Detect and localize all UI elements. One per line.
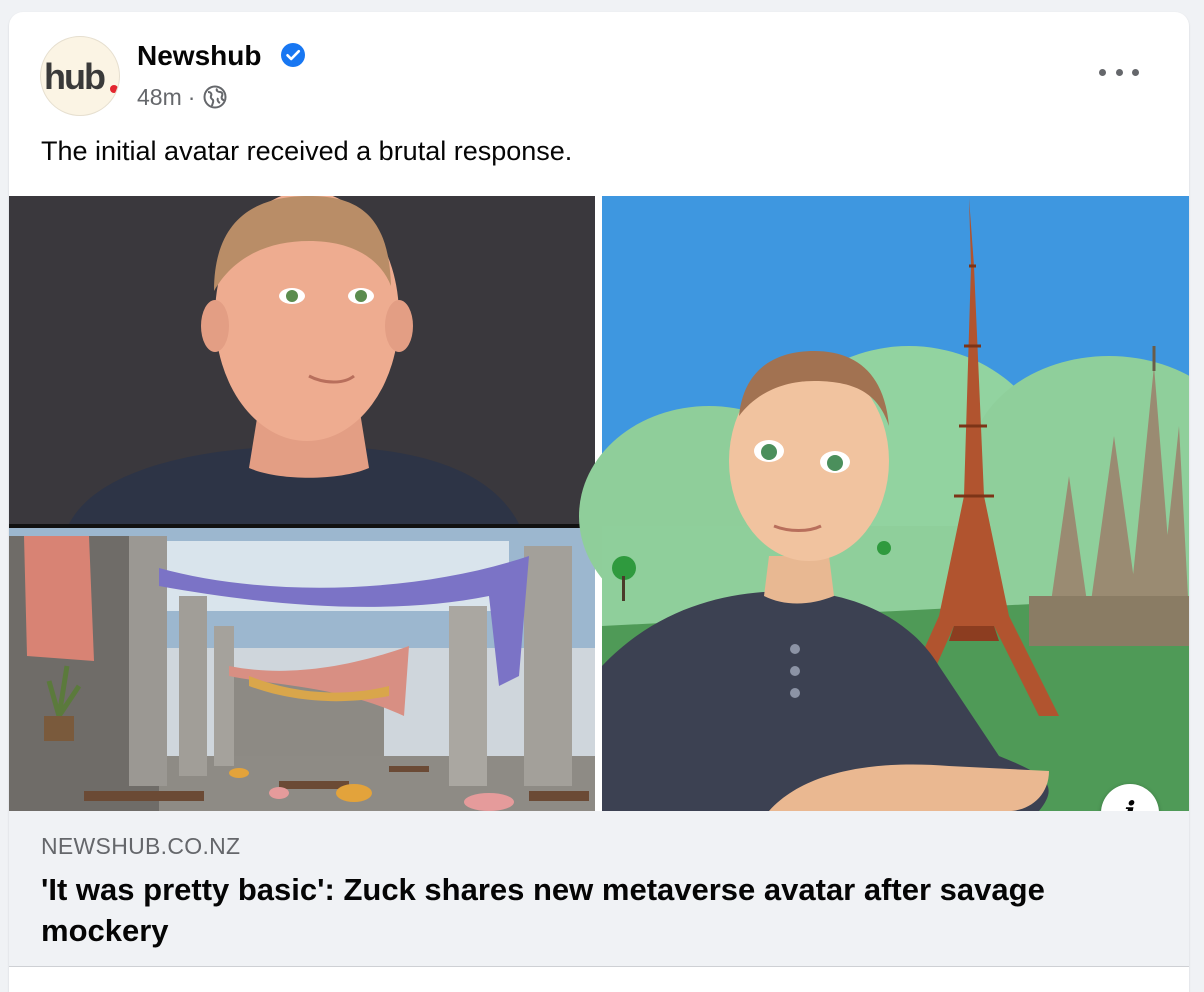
media-collage [9, 196, 1189, 811]
avatar-portrait-panel [9, 196, 595, 524]
more-options-icon[interactable] [1099, 57, 1139, 87]
logo-dot [110, 85, 118, 93]
avatar-paris-scene-panel [579, 196, 1189, 811]
meta-separator: · [187, 83, 196, 110]
link-headline[interactable]: 'It was pretty basic': Zuck shares new m… [41, 869, 1161, 951]
page-avatar[interactable]: hub [40, 36, 120, 116]
panel-divider [9, 524, 595, 528]
link-domain: NEWSHUB.CO.NZ [41, 833, 241, 859]
post-media[interactable] [9, 196, 1189, 811]
more-dot [1099, 68, 1106, 76]
more-dot [1132, 68, 1139, 76]
post-card: hub Newshub 48m · The initial avatar rec… [9, 12, 1189, 992]
post-caption: The initial avatar received a brutal res… [41, 136, 573, 166]
page-name-link[interactable]: Newshub [137, 40, 261, 72]
ancient-ruins-scene-panel [9, 528, 595, 811]
avatar-logo-text: hub [44, 56, 106, 97]
globe-icon[interactable] [203, 85, 227, 109]
timestamp-link[interactable]: 48m [137, 84, 182, 111]
verified-badge-icon [281, 43, 305, 67]
more-dot [1115, 68, 1123, 76]
link-preview[interactable]: NEWSHUB.CO.NZ 'It was pretty basic': Zuc… [9, 811, 1189, 967]
post-meta: 48m · [137, 81, 227, 113]
